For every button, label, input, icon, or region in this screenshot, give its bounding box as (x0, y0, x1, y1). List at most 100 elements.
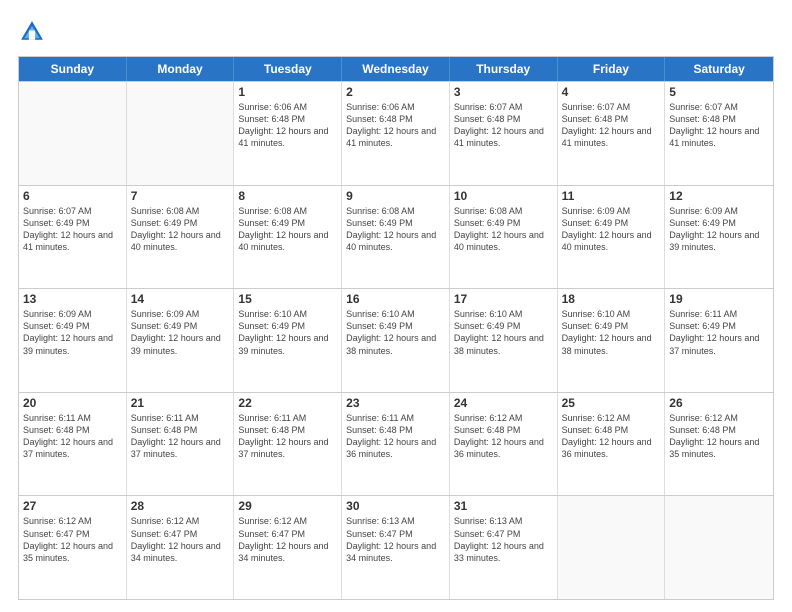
calendar-cell (19, 82, 127, 185)
day-number: 4 (562, 85, 661, 99)
cell-info: Sunrise: 6:12 AMSunset: 6:48 PMDaylight:… (562, 412, 661, 461)
day-number: 26 (669, 396, 769, 410)
calendar-week: 27 Sunrise: 6:12 AMSunset: 6:47 PMDayligh… (19, 495, 773, 599)
cell-info: Sunrise: 6:13 AMSunset: 6:47 PMDaylight:… (454, 515, 553, 564)
day-number: 27 (23, 499, 122, 513)
cell-info: Sunrise: 6:11 AMSunset: 6:48 PMDaylight:… (238, 412, 337, 461)
day-number: 24 (454, 396, 553, 410)
day-number: 1 (238, 85, 337, 99)
day-number: 23 (346, 396, 445, 410)
day-number: 20 (23, 396, 122, 410)
day-number: 12 (669, 189, 769, 203)
calendar-cell: 10Sunrise: 6:08 AMSunset: 6:49 PMDayligh… (450, 186, 558, 289)
calendar-cell: 8 Sunrise: 6:08 AMSunset: 6:49 PMDaylight… (234, 186, 342, 289)
calendar-cell: 30 Sunrise: 6:13 AMSunset: 6:47 PMDayligh… (342, 496, 450, 599)
calendar-cell: 3 Sunrise: 6:07 AMSunset: 6:48 PMDaylight… (450, 82, 558, 185)
cell-info: Sunrise: 6:07 AMSunset: 6:49 PMDaylight:… (23, 205, 122, 254)
day-number: 11 (562, 189, 661, 203)
day-number: 9 (346, 189, 445, 203)
day-number: 13 (23, 292, 122, 306)
calendar-cell: 21 Sunrise: 6:11 AMSunset: 6:48 PMDayligh… (127, 393, 235, 496)
calendar-week: 20 Sunrise: 6:11 AMSunset: 6:48 PMDayligh… (19, 392, 773, 496)
day-number: 30 (346, 499, 445, 513)
calendar-cell: 26Sunrise: 6:12 AMSunset: 6:48 PMDayligh… (665, 393, 773, 496)
day-number: 22 (238, 396, 337, 410)
calendar-cell: 23Sunrise: 6:11 AMSunset: 6:48 PMDayligh… (342, 393, 450, 496)
cell-info: Sunrise: 6:07 AMSunset: 6:48 PMDaylight:… (562, 101, 661, 150)
calendar-cell: 22 Sunrise: 6:11 AMSunset: 6:48 PMDayligh… (234, 393, 342, 496)
cell-info: Sunrise: 6:12 AMSunset: 6:48 PMDaylight:… (454, 412, 553, 461)
cell-info: Sunrise: 6:11 AMSunset: 6:49 PMDaylight:… (669, 308, 769, 357)
weekday-header: Tuesday (234, 57, 342, 81)
calendar-cell: 13 Sunrise: 6:09 AMSunset: 6:49 PMDayligh… (19, 289, 127, 392)
cell-info: Sunrise: 6:06 AMSunset: 6:48 PMDaylight:… (238, 101, 337, 150)
day-number: 21 (131, 396, 230, 410)
cell-info: Sunrise: 6:10 AMSunset: 6:49 PMDaylight:… (454, 308, 553, 357)
calendar-cell: 14 Sunrise: 6:09 AMSunset: 6:49 PMDayligh… (127, 289, 235, 392)
header (18, 18, 774, 46)
calendar-cell: 31Sunrise: 6:13 AMSunset: 6:47 PMDayligh… (450, 496, 558, 599)
cell-info: Sunrise: 6:09 AMSunset: 6:49 PMDaylight:… (562, 205, 661, 254)
cell-info: Sunrise: 6:11 AMSunset: 6:48 PMDaylight:… (131, 412, 230, 461)
page: SundayMondayTuesdayWednesdayThursdayFrid… (0, 0, 792, 612)
day-number: 10 (454, 189, 553, 203)
cell-info: Sunrise: 6:12 AMSunset: 6:47 PMDaylight:… (131, 515, 230, 564)
weekday-header: Thursday (450, 57, 558, 81)
cell-info: Sunrise: 6:08 AMSunset: 6:49 PMDaylight:… (131, 205, 230, 254)
logo-icon (18, 18, 46, 46)
day-number: 25 (562, 396, 661, 410)
cell-info: Sunrise: 6:09 AMSunset: 6:49 PMDaylight:… (23, 308, 122, 357)
cell-info: Sunrise: 6:10 AMSunset: 6:49 PMDaylight:… (562, 308, 661, 357)
day-number: 18 (562, 292, 661, 306)
calendar-cell: 5 Sunrise: 6:07 AMSunset: 6:48 PMDaylight… (665, 82, 773, 185)
day-number: 15 (238, 292, 337, 306)
calendar-cell: 27 Sunrise: 6:12 AMSunset: 6:47 PMDayligh… (19, 496, 127, 599)
calendar-cell: 29Sunrise: 6:12 AMSunset: 6:47 PMDayligh… (234, 496, 342, 599)
cell-info: Sunrise: 6:12 AMSunset: 6:47 PMDaylight:… (238, 515, 337, 564)
weekday-header: Monday (127, 57, 235, 81)
logo (18, 18, 50, 46)
calendar-cell: 2Sunrise: 6:06 AMSunset: 6:48 PMDaylight… (342, 82, 450, 185)
calendar-cell: 15 Sunrise: 6:10 AMSunset: 6:49 PMDayligh… (234, 289, 342, 392)
calendar-cell: 24 Sunrise: 6:12 AMSunset: 6:48 PMDayligh… (450, 393, 558, 496)
calendar-cell (127, 82, 235, 185)
day-number: 8 (238, 189, 337, 203)
cell-info: Sunrise: 6:13 AMSunset: 6:47 PMDaylight:… (346, 515, 445, 564)
calendar-cell: 4 Sunrise: 6:07 AMSunset: 6:48 PMDaylight… (558, 82, 666, 185)
day-number: 3 (454, 85, 553, 99)
calendar-cell: 12 Sunrise: 6:09 AMSunset: 6:49 PMDayligh… (665, 186, 773, 289)
calendar-week: 1 Sunrise: 6:06 AMSunset: 6:48 PMDaylight… (19, 81, 773, 185)
calendar-week: 13 Sunrise: 6:09 AMSunset: 6:49 PMDayligh… (19, 288, 773, 392)
day-number: 19 (669, 292, 769, 306)
calendar: SundayMondayTuesdayWednesdayThursdayFrid… (18, 56, 774, 600)
weekday-header: Wednesday (342, 57, 450, 81)
calendar-week: 6 Sunrise: 6:07 AMSunset: 6:49 PMDaylight… (19, 185, 773, 289)
day-number: 28 (131, 499, 230, 513)
cell-info: Sunrise: 6:12 AMSunset: 6:47 PMDaylight:… (23, 515, 122, 564)
calendar-cell: 28 Sunrise: 6:12 AMSunset: 6:47 PMDayligh… (127, 496, 235, 599)
cell-info: Sunrise: 6:09 AMSunset: 6:49 PMDaylight:… (669, 205, 769, 254)
calendar-cell: 25 Sunrise: 6:12 AMSunset: 6:48 PMDayligh… (558, 393, 666, 496)
cell-info: Sunrise: 6:08 AMSunset: 6:49 PMDaylight:… (346, 205, 445, 254)
calendar-body: 1 Sunrise: 6:06 AMSunset: 6:48 PMDaylight… (19, 81, 773, 599)
weekday-header: Sunday (19, 57, 127, 81)
calendar-cell (558, 496, 666, 599)
calendar-cell (665, 496, 773, 599)
calendar-cell: 16Sunrise: 6:10 AMSunset: 6:49 PMDayligh… (342, 289, 450, 392)
cell-info: Sunrise: 6:10 AMSunset: 6:49 PMDaylight:… (238, 308, 337, 357)
calendar-cell: 17 Sunrise: 6:10 AMSunset: 6:49 PMDayligh… (450, 289, 558, 392)
cell-info: Sunrise: 6:07 AMSunset: 6:48 PMDaylight:… (454, 101, 553, 150)
calendar-cell: 1 Sunrise: 6:06 AMSunset: 6:48 PMDaylight… (234, 82, 342, 185)
weekday-header: Saturday (665, 57, 773, 81)
cell-info: Sunrise: 6:06 AMSunset: 6:48 PMDaylight:… (346, 101, 445, 150)
day-number: 16 (346, 292, 445, 306)
day-number: 6 (23, 189, 122, 203)
weekday-header: Friday (558, 57, 666, 81)
day-number: 5 (669, 85, 769, 99)
cell-info: Sunrise: 6:11 AMSunset: 6:48 PMDaylight:… (23, 412, 122, 461)
cell-info: Sunrise: 6:09 AMSunset: 6:49 PMDaylight:… (131, 308, 230, 357)
day-number: 14 (131, 292, 230, 306)
day-number: 17 (454, 292, 553, 306)
cell-info: Sunrise: 6:07 AMSunset: 6:48 PMDaylight:… (669, 101, 769, 150)
cell-info: Sunrise: 6:08 AMSunset: 6:49 PMDaylight:… (238, 205, 337, 254)
